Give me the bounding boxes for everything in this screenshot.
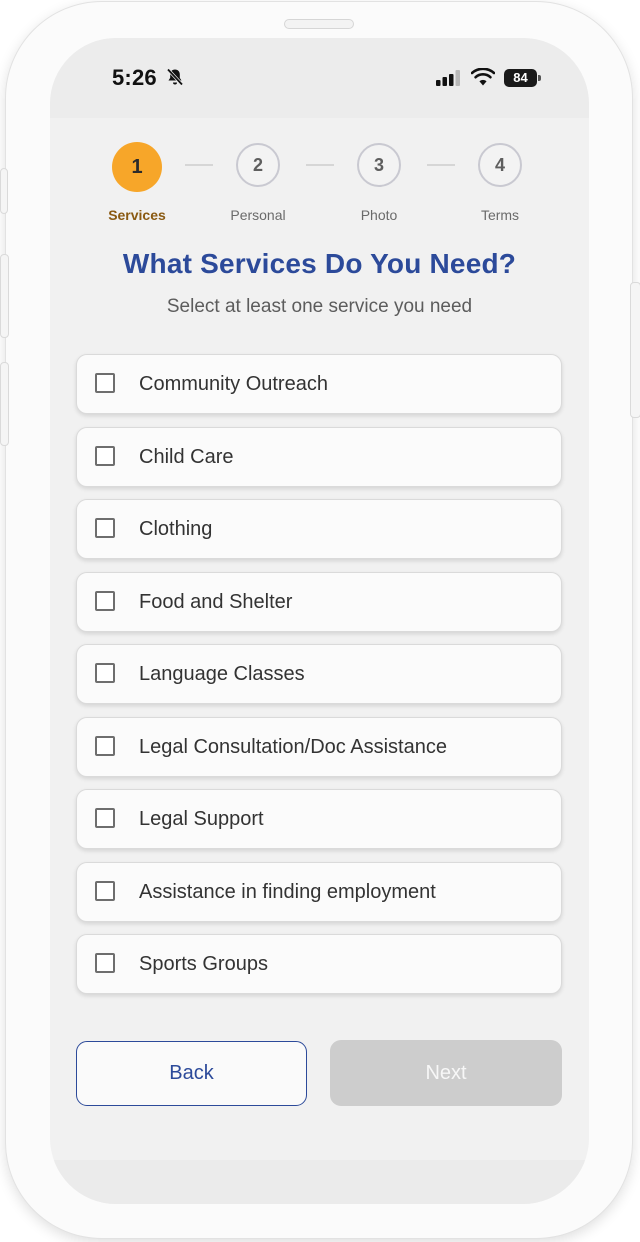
phone-side-button <box>0 168 8 214</box>
checkbox[interactable] <box>95 518 115 538</box>
phone-power-button <box>630 282 640 418</box>
step-1-label: Services <box>108 207 166 223</box>
step-connector <box>185 164 213 166</box>
page-subtitle: Select at least one service you need <box>166 296 473 317</box>
service-list: Community Outreach Child Care Clothing F… <box>76 354 562 1007</box>
service-label: Legal Consultation/Doc Assistance <box>139 735 447 758</box>
progress-stepper: 1 2 3 4 Services Personal Photo Terms <box>50 142 589 232</box>
step-4-label: Terms <box>480 207 520 223</box>
service-label: Community Outreach <box>139 373 328 395</box>
home-indicator-area <box>50 1160 589 1204</box>
step-4-circle: 4 <box>478 143 522 187</box>
phone-volume-down-button <box>0 362 9 446</box>
checkbox[interactable] <box>95 373 115 393</box>
back-button[interactable]: Back <box>76 1041 307 1106</box>
service-label: Language Classes <box>139 663 305 685</box>
checkbox[interactable] <box>95 735 115 756</box>
service-label: Legal Support <box>139 808 264 830</box>
service-item-legal-consultation[interactable]: Legal Consultation/Doc Assistance <box>76 716 562 777</box>
page-title: What Services Do You Need? <box>122 248 517 279</box>
service-item-language-classes[interactable]: Language Classes <box>76 644 562 704</box>
battery-icon: 84 <box>504 69 537 87</box>
checkbox[interactable] <box>95 880 115 901</box>
service-item-sports-groups[interactable]: Sports Groups <box>76 934 562 994</box>
bell-off-icon <box>165 67 185 92</box>
battery-tip <box>538 75 541 81</box>
wifi-icon <box>470 67 496 91</box>
status-bar: 5:26 84 <box>50 38 589 118</box>
step-2-label: Personal <box>230 207 286 223</box>
service-item-child-care[interactable]: Child Care <box>76 426 562 487</box>
service-item-community-outreach[interactable]: Community Outreach <box>76 354 562 414</box>
phone-speaker <box>284 19 354 29</box>
next-button[interactable]: Next <box>330 1040 562 1106</box>
service-label: Sports Groups <box>139 953 268 975</box>
step-3-circle: 3 <box>357 143 401 187</box>
service-label: Clothing <box>139 518 213 540</box>
checkbox[interactable] <box>95 953 115 973</box>
service-label: Food and Shelter <box>139 590 293 613</box>
step-connector <box>306 164 334 166</box>
checkbox[interactable] <box>95 808 115 828</box>
service-label: Assistance in finding employment <box>139 880 436 903</box>
cellular-signal-icon <box>436 70 462 91</box>
checkbox[interactable] <box>95 590 115 611</box>
step-3-label: Photo <box>360 207 398 223</box>
service-label: Child Care <box>139 445 234 468</box>
step-1-circle: 1 <box>112 142 162 192</box>
service-item-legal-support[interactable]: Legal Support <box>76 789 562 849</box>
app-screen: 5:26 84 1 2 3 4 Services Personal Photo … <box>50 38 589 1204</box>
step-2-circle: 2 <box>236 143 280 187</box>
service-item-clothing[interactable]: Clothing <box>76 499 562 559</box>
phone-volume-up-button <box>0 254 9 338</box>
checkbox[interactable] <box>95 663 115 683</box>
checkbox[interactable] <box>95 445 115 466</box>
status-time: 5:26 <box>112 65 157 90</box>
step-connector <box>427 164 455 166</box>
service-item-employment-assistance[interactable]: Assistance in finding employment <box>76 861 562 922</box>
service-item-food-and-shelter[interactable]: Food and Shelter <box>76 571 562 632</box>
